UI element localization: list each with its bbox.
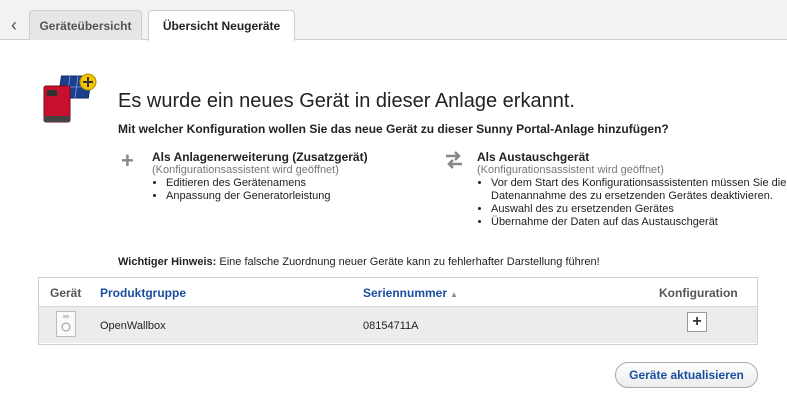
column-header-configuration: Konfiguration bbox=[659, 286, 738, 300]
list-item: Vor dem Start des Konfigurationsassisten… bbox=[491, 177, 787, 203]
tab-bar: ‹ Geräteübersicht Übersicht Neugeräte bbox=[0, 0, 787, 41]
option-extension-title[interactable]: Als Anlagenerweiterung (Zusatzgerät) bbox=[152, 150, 368, 164]
important-note: Wichtiger Hinweis: Eine falsche Zuordnun… bbox=[118, 256, 600, 268]
option-replacement-bullets: Vor dem Start des Konfigurationsassisten… bbox=[477, 177, 787, 229]
list-item: Übernahme der Daten auf das Austauschger… bbox=[491, 216, 787, 229]
serial-number-cell: 08154711A bbox=[363, 320, 419, 332]
column-header-serial-label: Seriennummer bbox=[363, 286, 448, 300]
add-configuration-button[interactable]: + bbox=[687, 312, 707, 332]
page-headline: Es wurde ein neues Gerät in dieser Anlag… bbox=[118, 90, 575, 112]
wallbox-device-icon bbox=[56, 311, 76, 337]
plus-icon: + bbox=[121, 148, 134, 173]
important-note-label: Wichtiger Hinweis: bbox=[118, 256, 217, 268]
option-extension-subtitle: (Konfigurationsassistent wird geöffnet) bbox=[152, 164, 339, 176]
new-device-icon bbox=[43, 73, 97, 123]
option-replacement-subtitle: (Konfigurationsassistent wird geöffnet) bbox=[477, 164, 664, 176]
tab-device-overview[interactable]: Geräteübersicht bbox=[29, 10, 142, 40]
column-header-serial-number[interactable]: Seriennummer ▲ bbox=[363, 286, 458, 300]
refresh-devices-button[interactable]: Geräte aktualisieren bbox=[615, 362, 758, 388]
tab-new-devices-overview[interactable]: Übersicht Neugeräte bbox=[148, 10, 295, 41]
list-item: Auswahl des zu ersetzenden Gerätes bbox=[491, 203, 787, 216]
swap-arrows-icon bbox=[446, 151, 462, 169]
configuration-question: Mit welcher Konfiguration wollen Sie das… bbox=[118, 122, 669, 136]
important-note-text: Eine falsche Zuordnung neuer Geräte kann… bbox=[216, 256, 600, 268]
column-header-product-group[interactable]: Produktgruppe bbox=[100, 286, 186, 300]
list-item: Anpassung der Generatorleistung bbox=[166, 190, 426, 203]
table-row: OpenWallbox 08154711A + bbox=[39, 307, 757, 343]
option-extension-bullets: Editieren des Gerätenamens Anpassung der… bbox=[152, 177, 426, 203]
product-group-cell: OpenWallbox bbox=[100, 320, 166, 332]
option-replacement-title[interactable]: Als Austauschgerät bbox=[477, 150, 589, 164]
table-header: Gerät Produktgruppe Seriennummer ▲ Konfig… bbox=[39, 278, 757, 307]
chevron-left-icon[interactable]: ‹ bbox=[0, 10, 28, 40]
list-item: Editieren des Gerätenamens bbox=[166, 177, 426, 190]
column-header-device: Gerät bbox=[50, 286, 82, 300]
sort-ascending-icon: ▲ bbox=[450, 290, 458, 299]
new-devices-table: Gerät Produktgruppe Seriennummer ▲ Konfig… bbox=[38, 277, 758, 345]
